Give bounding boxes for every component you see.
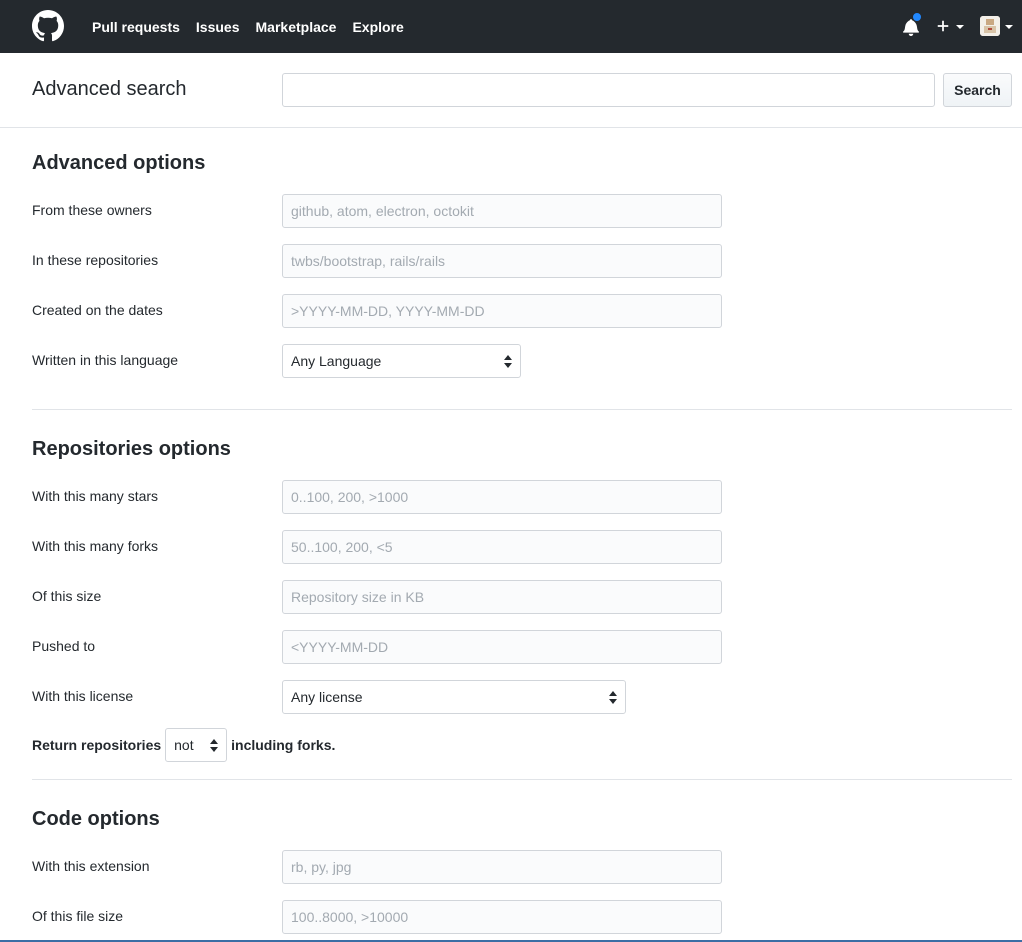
nav-marketplace[interactable]: Marketplace	[256, 19, 337, 35]
forks-label: With this many forks	[32, 538, 159, 554]
select-arrows-icon	[609, 691, 617, 704]
create-new-button[interactable]	[936, 14, 966, 38]
forks-inclusion-select[interactable]: not	[165, 728, 228, 762]
plus-icon	[937, 20, 949, 32]
extension-input[interactable]	[282, 850, 722, 884]
select-arrows-icon	[504, 355, 512, 368]
main-nav: Pull requests Issues Marketplace Explore	[92, 0, 404, 53]
including-forks-label: including forks.	[231, 737, 336, 753]
nav-pull-requests[interactable]: Pull requests	[92, 19, 180, 35]
pushed-input[interactable]	[282, 630, 722, 664]
advanced-options-heading: Advanced options	[32, 152, 206, 174]
repositories-input[interactable]	[282, 244, 722, 278]
code-options-heading: Code options	[32, 808, 160, 830]
forks-inclusion-row: Return repositories not including forks.	[32, 728, 335, 762]
search-button[interactable]: Search	[943, 73, 1012, 107]
language-select-value: Any Language	[291, 353, 382, 369]
license-label: With this license	[32, 688, 134, 704]
owners-label: From these owners	[32, 202, 152, 218]
size-input[interactable]	[282, 580, 722, 614]
nav-explore[interactable]: Explore	[352, 19, 403, 35]
dates-input[interactable]	[282, 294, 722, 328]
dates-label: Created on the dates	[32, 302, 163, 318]
license-select[interactable]: Any license	[282, 680, 626, 714]
extension-label: With this extension	[32, 858, 150, 874]
repositories-options-heading: Repositories options	[32, 438, 231, 460]
license-select-value: Any license	[291, 689, 363, 705]
return-repositories-label: Return repositories	[32, 737, 162, 753]
repositories-label: In these repositories	[32, 252, 159, 268]
avatar	[980, 16, 1000, 36]
language-select[interactable]: Any Language	[282, 344, 521, 378]
chevron-down-icon	[956, 25, 964, 29]
user-menu-button[interactable]	[980, 16, 1014, 38]
forks-inclusion-value: not	[174, 737, 194, 753]
size-label: Of this size	[32, 588, 102, 604]
divider	[0, 127, 1022, 128]
nav-issues[interactable]: Issues	[196, 19, 240, 35]
top-navigation-bar: Pull requests Issues Marketplace Explore	[0, 0, 1022, 53]
language-label: Written in this language	[32, 352, 179, 368]
forks-input[interactable]	[282, 530, 722, 564]
file-size-input[interactable]	[282, 900, 722, 934]
select-arrows-icon	[210, 739, 219, 752]
divider	[32, 409, 1012, 410]
chevron-down-icon	[1005, 25, 1013, 29]
stars-input[interactable]	[282, 480, 722, 514]
owners-input[interactable]	[282, 194, 722, 228]
github-logo-icon[interactable]	[32, 10, 64, 42]
page-title: Advanced search	[32, 78, 187, 100]
pushed-label: Pushed to	[32, 638, 96, 654]
stars-label: With this many stars	[32, 488, 159, 504]
search-input[interactable]	[282, 73, 935, 107]
file-size-label: Of this file size	[32, 908, 124, 924]
notification-indicator	[912, 12, 922, 22]
divider	[32, 779, 1012, 780]
